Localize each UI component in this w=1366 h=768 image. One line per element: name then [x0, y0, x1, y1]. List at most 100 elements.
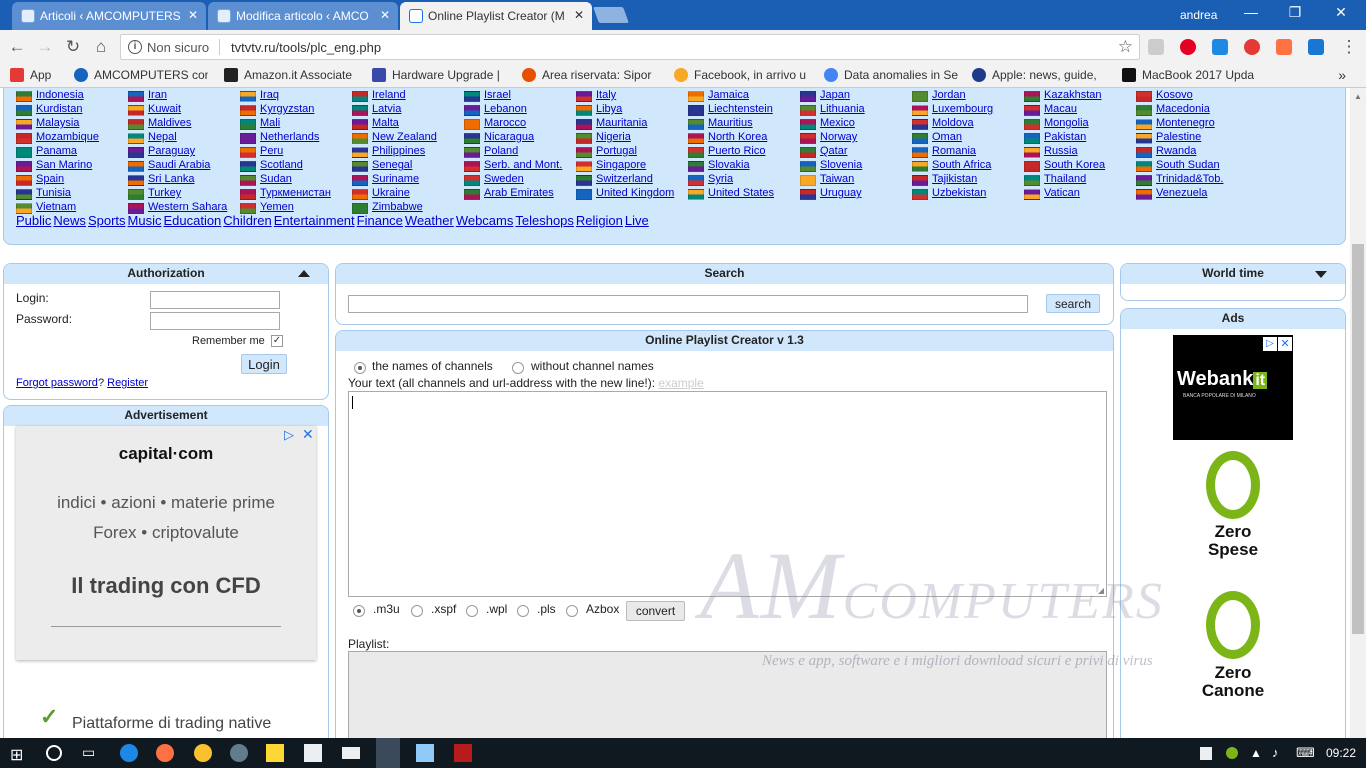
format-radio[interactable] — [353, 605, 365, 617]
scrollbar-thumb[interactable] — [1352, 244, 1364, 634]
category-link[interactable]: Religion — [576, 213, 623, 228]
country-link[interactable]: Turkey — [148, 187, 181, 199]
country-link[interactable]: Liechtenstein — [708, 103, 773, 115]
country-link[interactable]: Italy — [596, 89, 616, 101]
login-input[interactable] — [150, 291, 280, 309]
country-link[interactable]: Syria — [708, 173, 733, 185]
app-icon[interactable] — [454, 744, 472, 762]
country-link[interactable]: Paraguay — [148, 145, 195, 157]
bookmark-item[interactable]: MacBook 2017 Upda — [1122, 68, 1258, 82]
country-link[interactable]: Moldova — [932, 117, 974, 129]
tray-icon[interactable] — [1226, 747, 1238, 759]
bookmark-item[interactable]: Amazon.it Associate — [224, 68, 358, 82]
category-link[interactable]: Sports — [88, 213, 126, 228]
windows-start-icon[interactable]: ⊞ — [10, 745, 28, 764]
close-ad-icon[interactable]: ✕ — [302, 426, 314, 443]
country-link[interactable]: Macau — [1044, 103, 1077, 115]
country-link[interactable]: United States — [708, 187, 774, 199]
task-view-icon[interactable]: ▭ — [82, 744, 100, 762]
country-link[interactable]: Maldives — [148, 117, 191, 129]
country-link[interactable]: Switzerland — [596, 173, 653, 185]
country-link[interactable]: Libya — [596, 103, 622, 115]
category-link[interactable]: Music — [128, 213, 162, 228]
country-link[interactable]: Туркменистан — [260, 187, 331, 199]
category-link[interactable]: Children — [223, 213, 271, 228]
tab-articoli[interactable]: Articoli ‹ AMCOMPUTERS ✕ — [12, 2, 206, 30]
minimize-icon[interactable]: — — [1236, 4, 1266, 20]
bookmark-item[interactable]: Area riservata: Sipor — [522, 68, 660, 82]
mail-icon[interactable] — [342, 747, 360, 759]
country-link[interactable]: Sweden — [484, 173, 524, 185]
country-link[interactable]: Western Sahara — [148, 201, 227, 213]
country-link[interactable]: Vietnam — [36, 201, 76, 213]
country-link[interactable]: Kuwait — [148, 103, 181, 115]
country-link[interactable]: Romania — [932, 145, 976, 157]
category-link[interactable]: Education — [163, 213, 221, 228]
active-chrome-icon[interactable] — [376, 738, 400, 768]
country-link[interactable]: Trinidad&Tob. — [1156, 173, 1223, 185]
url-text[interactable]: tvtvtv.ru/tools/plc_eng.php — [231, 40, 381, 55]
keyboard-icon[interactable]: ⌨ — [1296, 745, 1315, 763]
chrome-icon[interactable] — [194, 744, 212, 762]
forgot-password-link[interactable]: Forgot password — [16, 377, 98, 389]
country-link[interactable]: Singapore — [596, 159, 646, 171]
country-link[interactable]: Mongolia — [1044, 117, 1089, 129]
file-explorer-icon[interactable] — [266, 744, 284, 762]
country-link[interactable]: Taiwan — [820, 173, 854, 185]
country-link[interactable]: Nigeria — [596, 131, 631, 143]
country-link[interactable]: Japan — [820, 89, 850, 101]
country-link[interactable]: Kurdistan — [36, 103, 82, 115]
example-link[interactable]: example — [658, 376, 703, 390]
country-link[interactable]: Philippines — [372, 145, 425, 157]
country-link[interactable]: Kosovo — [1156, 89, 1193, 101]
menu-dots-icon[interactable]: ⋮ — [1338, 36, 1360, 58]
bookmark-item[interactable]: Hardware Upgrade | — [372, 68, 504, 82]
country-link[interactable]: Venezuela — [1156, 187, 1207, 199]
pdf-extension-icon[interactable] — [1148, 39, 1164, 55]
country-link[interactable]: North Korea — [708, 131, 767, 143]
country-link[interactable]: Rwanda — [1156, 145, 1196, 157]
category-link[interactable]: Teleshops — [515, 213, 574, 228]
shield-icon[interactable] — [1200, 747, 1212, 760]
country-link[interactable]: Kyrgyzstan — [260, 103, 314, 115]
taskbar-clock[interactable]: 09:22 — [1326, 746, 1356, 760]
new-tab-button[interactable] — [593, 7, 629, 23]
search-button[interactable]: search — [1046, 294, 1100, 313]
category-link[interactable]: Public — [16, 213, 51, 228]
reload-icon[interactable]: ↻ — [62, 36, 84, 58]
restore-icon[interactable]: ❐ — [1280, 4, 1310, 21]
category-link[interactable]: Weather — [405, 213, 454, 228]
tab-modifica-articolo[interactable]: Modifica articolo ‹ AMCO ✕ — [208, 2, 398, 30]
pinterest-icon[interactable] — [1180, 39, 1196, 55]
country-link[interactable]: New Zealand — [372, 131, 437, 143]
page-scrollbar[interactable]: ▲ — [1350, 88, 1366, 738]
category-link[interactable]: Webcams — [456, 213, 514, 228]
country-link[interactable]: Mauritania — [596, 117, 647, 129]
country-link[interactable]: Iran — [148, 89, 167, 101]
country-link[interactable]: Mexico — [820, 117, 855, 129]
volume-icon[interactable]: ♪ — [1272, 745, 1290, 763]
bookmark-star-icon[interactable]: ☆ — [1118, 37, 1133, 57]
app-icon[interactable] — [230, 744, 248, 762]
login-button[interactable]: Login — [241, 354, 287, 374]
country-link[interactable]: Lebanon — [484, 103, 527, 115]
cortana-icon[interactable] — [46, 745, 62, 761]
bookmark-item[interactable]: Data anomalies in Se — [824, 68, 960, 82]
password-input[interactable] — [150, 312, 280, 330]
country-link[interactable]: South Sudan — [1156, 159, 1220, 171]
country-link[interactable]: Panama — [36, 145, 77, 157]
country-link[interactable]: South Africa — [932, 159, 991, 171]
store-icon[interactable] — [304, 744, 322, 762]
country-link[interactable]: Zimbabwe — [372, 201, 423, 213]
close-tab-icon[interactable]: ✕ — [574, 8, 584, 22]
format-radio[interactable] — [466, 605, 478, 617]
home-icon[interactable]: ⌂ — [90, 36, 112, 58]
country-link[interactable]: Palestine — [1156, 131, 1201, 143]
country-link[interactable]: Sudan — [260, 173, 292, 185]
mode-without-radio[interactable] — [512, 362, 524, 374]
country-link[interactable]: Norway — [820, 131, 857, 143]
country-link[interactable]: Uzbekistan — [932, 187, 986, 199]
network-icon[interactable]: ▲ — [1250, 746, 1268, 764]
mode-names-radio[interactable] — [354, 362, 366, 374]
expand-icon[interactable] — [1315, 271, 1327, 278]
